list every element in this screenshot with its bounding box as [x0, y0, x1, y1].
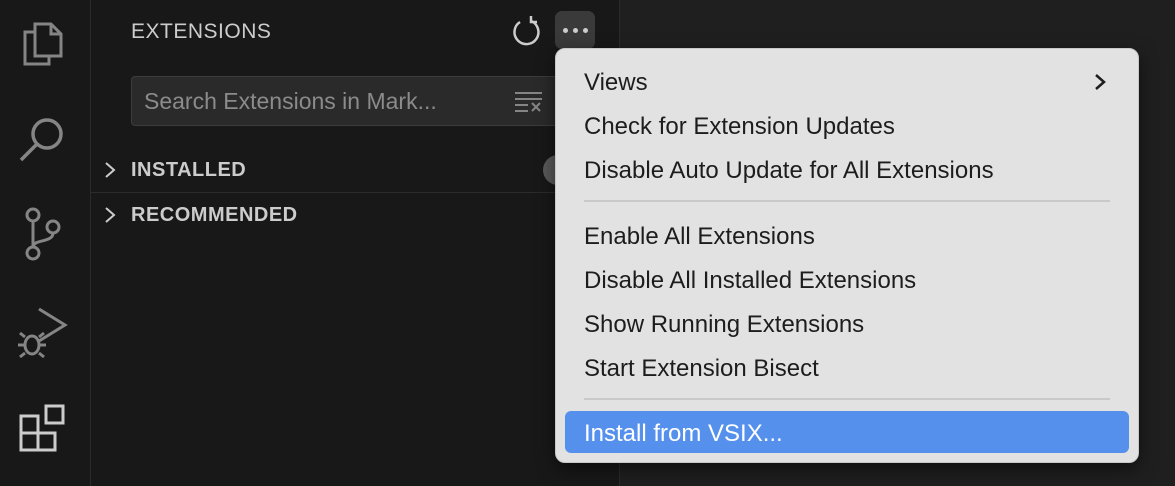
menu-item-disable-auto-update[interactable]: Disable Auto Update for All Extensions: [565, 148, 1129, 190]
menu-item-label: Disable All Installed Extensions: [584, 267, 917, 294]
extensions-sidebar: EXTENSIONS INSTALLED RECOMMENDED: [91, 0, 620, 486]
menu-item-label: Views: [584, 69, 648, 96]
refresh-button[interactable]: [509, 14, 545, 50]
menu-item-label: Install from VSIX...: [584, 420, 783, 447]
activity-bar: [0, 0, 91, 486]
clear-filter-icon[interactable]: [514, 91, 544, 113]
more-actions-button[interactable]: [555, 11, 595, 49]
extensions-icon[interactable]: [15, 400, 71, 456]
search-input[interactable]: [144, 77, 474, 125]
menu-item-enable-all[interactable]: Enable All Extensions: [565, 214, 1129, 256]
sidebar-title: EXTENSIONS: [131, 20, 272, 43]
menu-item-disable-all[interactable]: Disable All Installed Extensions: [565, 258, 1129, 300]
menu-item-install-vsix[interactable]: Install from VSIX...: [565, 411, 1129, 453]
context-menu: Views Check for Extension Updates Disabl…: [555, 48, 1139, 463]
search-icon[interactable]: [15, 112, 71, 168]
menu-item-check-updates[interactable]: Check for Extension Updates: [565, 104, 1129, 146]
run-debug-icon[interactable]: [15, 303, 71, 359]
refresh-icon: [513, 16, 540, 46]
source-control-icon[interactable]: [15, 207, 71, 263]
chevron-right-icon: [105, 162, 116, 178]
menu-item-label: Show Running Extensions: [584, 311, 865, 338]
submenu-arrow-icon: [1095, 74, 1106, 90]
menu-item-views[interactable]: Views: [565, 60, 1129, 102]
section-label: RECOMMENDED: [131, 204, 298, 226]
section-recommended[interactable]: RECOMMENDED: [91, 193, 619, 237]
menu-item-bisect[interactable]: Start Extension Bisect: [565, 346, 1129, 388]
chevron-right-icon: [105, 207, 116, 223]
ellipsis-icon: [563, 28, 568, 33]
menu-item-label: Disable Auto Update for All Extensions: [584, 157, 994, 184]
section-label: INSTALLED: [131, 159, 247, 181]
explorer-icon[interactable]: [15, 14, 71, 70]
section-installed[interactable]: INSTALLED: [91, 148, 619, 192]
search-box: [131, 76, 591, 126]
menu-item-label: Check for Extension Updates: [584, 113, 895, 140]
menu-item-label: Enable All Extensions: [584, 223, 815, 250]
menu-separator: [584, 200, 1110, 202]
menu-item-show-running[interactable]: Show Running Extensions: [565, 302, 1129, 344]
menu-separator: [584, 398, 1110, 400]
menu-item-label: Start Extension Bisect: [584, 355, 819, 382]
